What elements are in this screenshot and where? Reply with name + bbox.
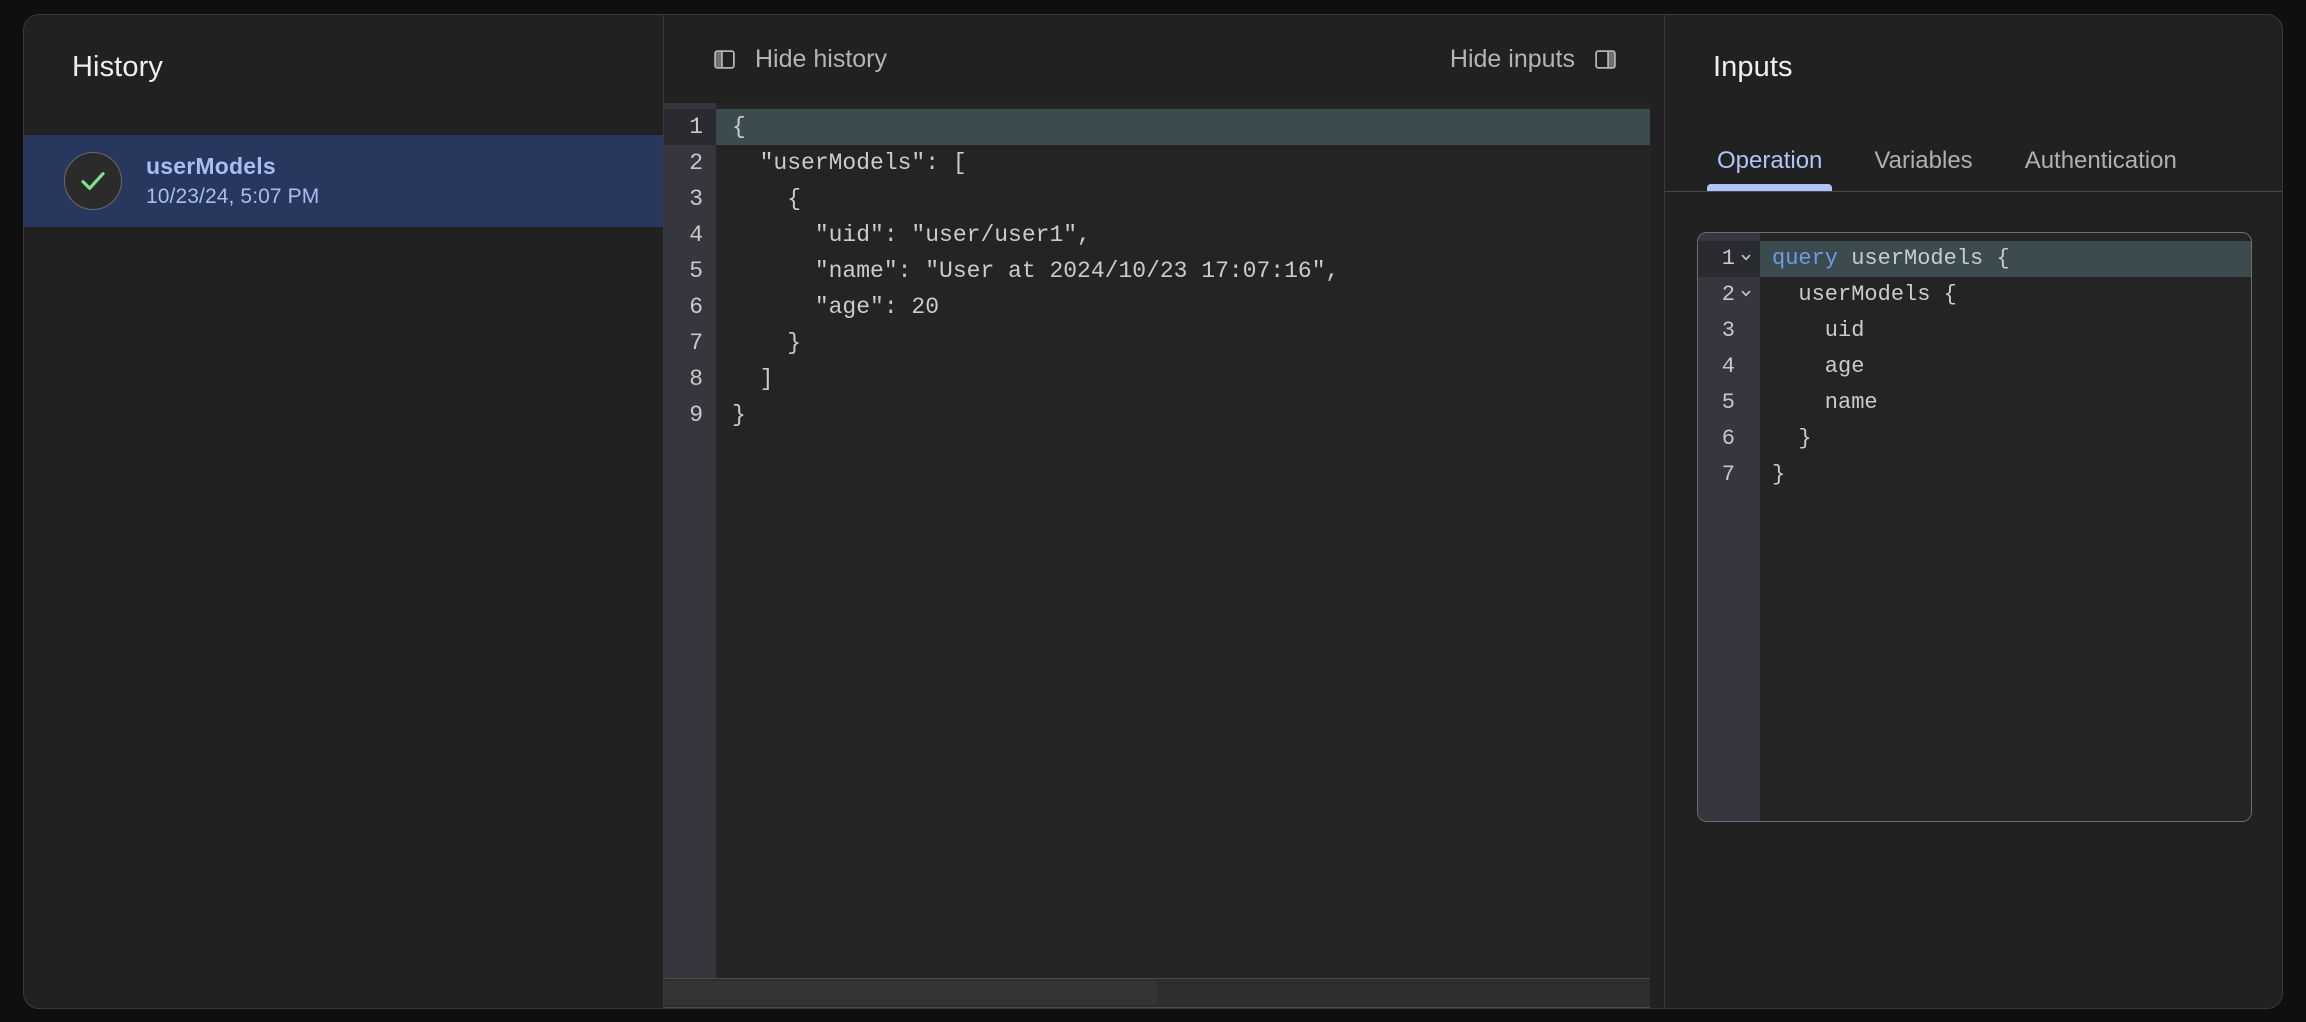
inputs-tab-bar: Operation Variables Authentication [1665, 134, 2282, 192]
query-line-number: 1 [1698, 241, 1760, 277]
response-toolbar: Hide history Hide inputs [664, 15, 1664, 103]
history-item-name: userModels [146, 153, 276, 179]
tab-authentication-label: Authentication [2024, 147, 2177, 174]
response-line-number: 5 [689, 258, 703, 284]
chevron-down-icon[interactable] [1739, 277, 1753, 313]
query-line-number: 5 [1721, 390, 1735, 415]
tab-operation[interactable]: Operation [1703, 147, 1836, 191]
response-line-number: 1 [664, 109, 716, 145]
query-line-numbers[interactable]: 12 3 4 5 6 7 [1698, 233, 1760, 821]
response-line-number: 3 [689, 186, 703, 212]
tab-operation-label: Operation [1717, 147, 1823, 174]
hide-history-label: Hide history [755, 44, 887, 73]
hide-history-button[interactable]: Hide history [708, 39, 891, 80]
panel-left-icon [712, 47, 737, 72]
query-code-line: userModels { [1772, 282, 1957, 307]
query-code-line: age [1772, 354, 1865, 379]
query-code-line: } [1772, 426, 1812, 451]
response-horizontal-scrollbar[interactable] [664, 978, 1650, 1008]
response-editor[interactable]: 1 2 3 4 5 6 7 8 9 { "userModels": [ { "uid": "us… [664, 103, 1650, 978]
response-panel: Hide history Hide inputs 1 2 3 4 5 6 7 8 9 { "us… [664, 15, 1664, 1008]
query-editor[interactable]: 12 3 4 5 6 7 query userModels { userModels { … [1697, 232, 2252, 822]
history-panel-title: History [72, 51, 163, 83]
query-code[interactable]: query userModels { userModels { uid age … [1760, 233, 2251, 821]
response-code[interactable]: { "userModels": [ { "uid": "user/user1",… [716, 103, 1650, 978]
response-line-number: 7 [689, 330, 703, 356]
response-line-numbers: 1 2 3 4 5 6 7 8 9 [664, 103, 716, 978]
response-code-line: { [716, 109, 1650, 145]
response-code-line: "age": 20 [732, 294, 940, 320]
response-code-line: { [732, 186, 802, 212]
query-keyword: query [1772, 246, 1839, 271]
hide-inputs-label: Hide inputs [1449, 44, 1575, 73]
query-code-line: name [1772, 390, 1878, 415]
response-line-number: 9 [689, 402, 703, 428]
query-code-line: query userModels { [1760, 241, 2251, 277]
query-code-line: uid [1772, 318, 1865, 343]
query-line-number: 7 [1721, 462, 1735, 487]
tab-variables-label: Variables [1874, 147, 1973, 174]
inputs-panel: Inputs Operation Variables Authenticatio… [1664, 15, 2282, 1008]
query-code-line: } [1772, 462, 1786, 487]
query-line-number: 4 [1721, 354, 1735, 379]
response-code-line: } [732, 402, 746, 428]
app-window: History userModels 10/23/24, 5:07 PM Hid… [23, 14, 2283, 1009]
panel-right-icon [1593, 47, 1618, 72]
query-line-number: 3 [1721, 318, 1735, 343]
response-code-line: "name": "User at 2024/10/23 17:07:16", [732, 258, 1340, 284]
response-line-number: 4 [689, 222, 703, 248]
response-code-line: "userModels": [ [732, 150, 967, 176]
query-line-number: 2 [1698, 277, 1760, 313]
tab-authentication[interactable]: Authentication [2011, 147, 2191, 191]
hide-inputs-button[interactable]: Hide inputs [1446, 39, 1622, 80]
response-line-number: 8 [689, 366, 703, 392]
response-code-line: ] [732, 366, 774, 392]
history-list: userModels 10/23/24, 5:07 PM [24, 135, 663, 227]
history-item-userModels[interactable]: userModels 10/23/24, 5:07 PM [24, 135, 663, 227]
inputs-panel-title: Inputs [1713, 51, 1793, 83]
response-line-number: 2 [689, 150, 703, 176]
response-code-line: } [732, 330, 802, 356]
chevron-down-icon[interactable] [1739, 241, 1753, 277]
response-code-line: "uid": "user/user1", [732, 222, 1091, 248]
history-item-timestamp: 10/23/24, 5:07 PM [146, 185, 320, 208]
scrollbar-thumb[interactable] [664, 981, 1157, 1005]
check-circle-icon [64, 152, 122, 210]
query-line-number: 6 [1721, 426, 1735, 451]
response-line-number: 6 [689, 294, 703, 320]
tab-variables[interactable]: Variables [1860, 147, 1986, 191]
history-panel: History userModels 10/23/24, 5:07 PM [24, 15, 664, 1008]
